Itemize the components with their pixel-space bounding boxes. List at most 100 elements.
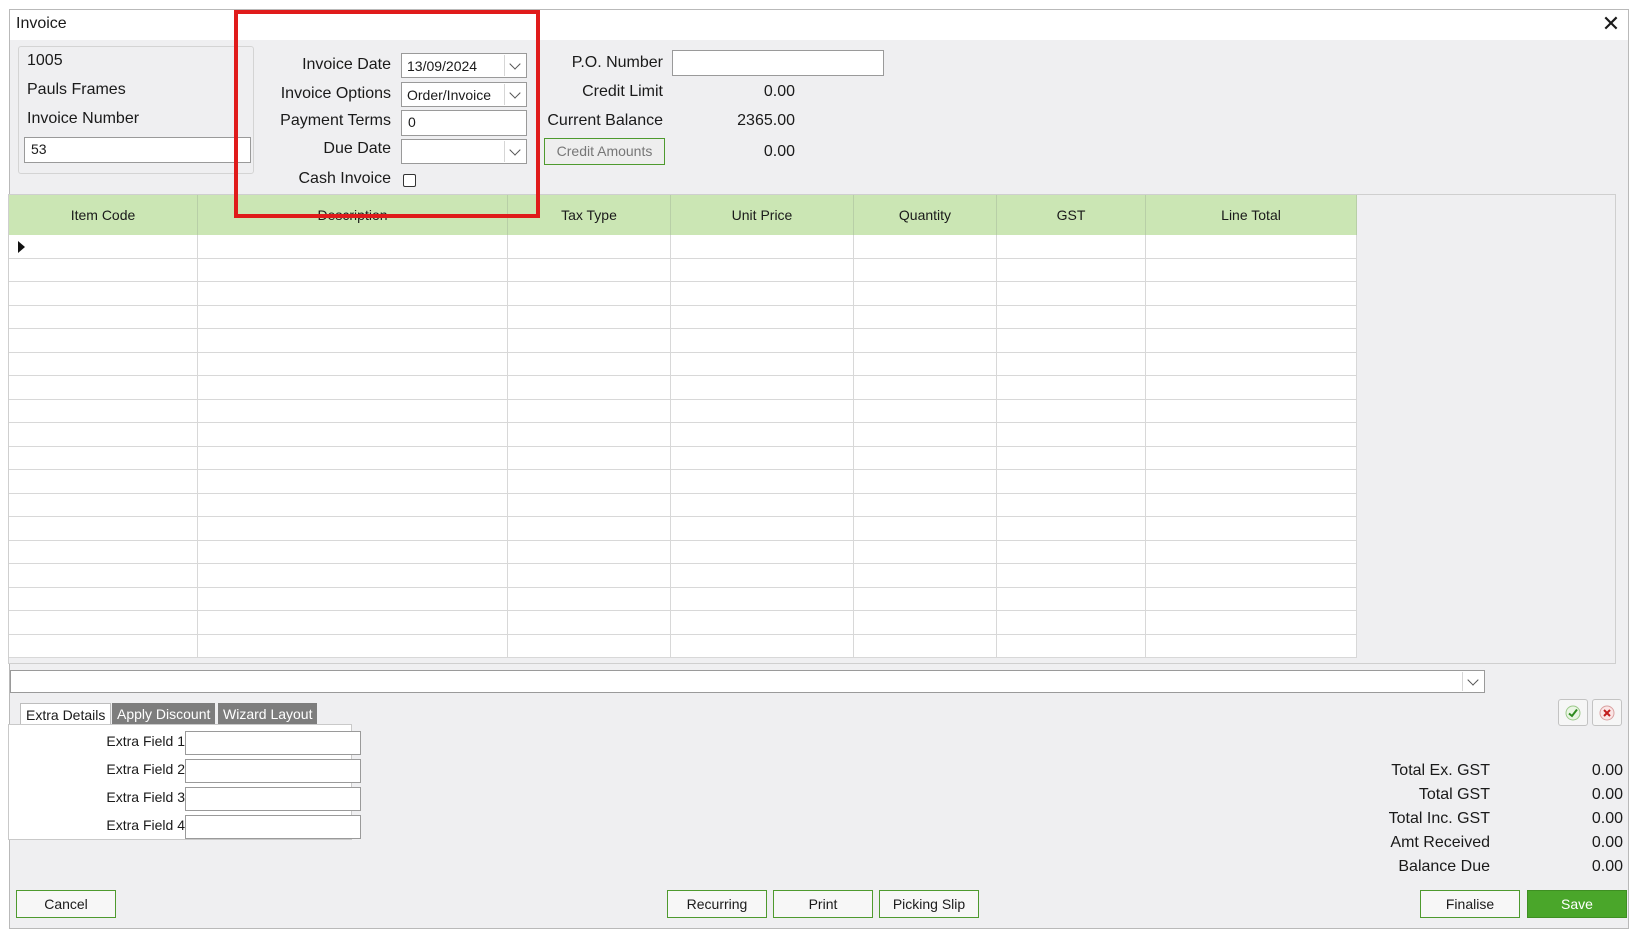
- grid-cell[interactable]: [671, 282, 854, 306]
- grid-cell[interactable]: [9, 517, 198, 541]
- grid-cell[interactable]: [508, 235, 671, 259]
- grid-cell[interactable]: [671, 493, 854, 517]
- grid-cell[interactable]: [198, 329, 508, 353]
- grid-cell[interactable]: [9, 282, 198, 306]
- grid-cell[interactable]: [198, 446, 508, 470]
- grid-cell[interactable]: [854, 423, 997, 447]
- grid-cell[interactable]: [671, 540, 854, 564]
- column-header[interactable]: GST: [997, 195, 1146, 235]
- item-search-combo[interactable]: [10, 670, 1485, 693]
- grid-cell[interactable]: [854, 493, 997, 517]
- grid-cell[interactable]: [854, 376, 997, 400]
- grid-cell[interactable]: [1146, 329, 1357, 353]
- column-header[interactable]: Description: [198, 195, 508, 235]
- chevron-down-icon[interactable]: [504, 84, 525, 105]
- confirm-check-icon[interactable]: [1558, 699, 1588, 726]
- grid-cell[interactable]: [854, 352, 997, 376]
- grid-cell[interactable]: [997, 493, 1146, 517]
- grid-cell[interactable]: [671, 446, 854, 470]
- grid-cell[interactable]: [997, 399, 1146, 423]
- grid-cell[interactable]: [671, 376, 854, 400]
- grid-cell[interactable]: [198, 305, 508, 329]
- grid-cell[interactable]: [1146, 470, 1357, 494]
- column-header[interactable]: Quantity: [854, 195, 997, 235]
- grid-cell[interactable]: [198, 564, 508, 588]
- grid-cell[interactable]: [997, 305, 1146, 329]
- grid-cell[interactable]: [997, 611, 1146, 635]
- calendar-dropdown-icon[interactable]: [504, 55, 525, 76]
- grid-cell[interactable]: [997, 446, 1146, 470]
- payment-terms-field[interactable]: 0: [401, 110, 527, 136]
- grid-cell[interactable]: [854, 399, 997, 423]
- grid-cell[interactable]: [997, 235, 1146, 259]
- grid-cell[interactable]: [198, 493, 508, 517]
- grid-cell[interactable]: [671, 352, 854, 376]
- extra-field-1-input[interactable]: [185, 731, 361, 755]
- finalise-button[interactable]: Finalise: [1420, 890, 1520, 918]
- grid-cell[interactable]: [508, 352, 671, 376]
- grid-cell[interactable]: [1146, 258, 1357, 282]
- grid-cell[interactable]: [1146, 352, 1357, 376]
- grid-cell[interactable]: [997, 352, 1146, 376]
- grid-cell[interactable]: [198, 258, 508, 282]
- grid-cell[interactable]: [997, 282, 1146, 306]
- grid-cell[interactable]: [997, 470, 1146, 494]
- grid-cell[interactable]: [508, 587, 671, 611]
- grid-cell[interactable]: [9, 470, 198, 494]
- grid-cell[interactable]: [1146, 376, 1357, 400]
- grid-cell[interactable]: [854, 564, 997, 588]
- credit-amounts-button[interactable]: Credit Amounts: [544, 138, 665, 165]
- grid-cell[interactable]: [671, 564, 854, 588]
- cancel-button[interactable]: Cancel: [16, 890, 116, 918]
- grid-cell[interactable]: [9, 540, 198, 564]
- grid-cell[interactable]: [671, 517, 854, 541]
- grid-cell[interactable]: [671, 399, 854, 423]
- grid-cell[interactable]: [1146, 235, 1357, 259]
- grid-cell[interactable]: [1146, 634, 1357, 658]
- calendar-dropdown-icon[interactable]: [504, 141, 525, 162]
- grid-cell[interactable]: [854, 305, 997, 329]
- grid-cell[interactable]: [1146, 587, 1357, 611]
- invoice-lines-grid[interactable]: Item Code Description Tax Type Unit Price Qu…: [8, 194, 1616, 664]
- grid-cell[interactable]: [854, 282, 997, 306]
- tab-extra-details[interactable]: Extra Details: [20, 703, 112, 725]
- grid-cell[interactable]: [508, 634, 671, 658]
- grid-cell[interactable]: [671, 235, 854, 259]
- grid-cell[interactable]: [854, 517, 997, 541]
- grid-cell[interactable]: [9, 258, 198, 282]
- grid-cell[interactable]: [854, 470, 997, 494]
- grid-cell[interactable]: [508, 517, 671, 541]
- picking-slip-button[interactable]: Picking Slip: [879, 890, 979, 918]
- grid-cell[interactable]: [997, 329, 1146, 353]
- grid-cell[interactable]: [1146, 305, 1357, 329]
- tab-wizard-layout[interactable]: Wizard Layout: [218, 703, 318, 725]
- grid-cell[interactable]: [1146, 611, 1357, 635]
- grid-cell[interactable]: [9, 611, 198, 635]
- recurring-button[interactable]: Recurring: [667, 890, 767, 918]
- cancel-x-icon[interactable]: [1592, 699, 1622, 726]
- invoice-number-field[interactable]: 53: [24, 137, 251, 163]
- grid-cell[interactable]: [508, 470, 671, 494]
- chevron-down-icon[interactable]: [1462, 672, 1483, 691]
- grid-cell[interactable]: [997, 376, 1146, 400]
- grid-cell[interactable]: [508, 611, 671, 635]
- column-header[interactable]: Line Total: [1146, 195, 1357, 235]
- grid-cell[interactable]: [671, 423, 854, 447]
- grid-cell[interactable]: [9, 376, 198, 400]
- grid-cell[interactable]: [198, 282, 508, 306]
- grid-cell[interactable]: [508, 493, 671, 517]
- grid-cell[interactable]: [997, 423, 1146, 447]
- invoice-date-picker[interactable]: 13/09/2024: [401, 53, 527, 78]
- grid-cell[interactable]: [854, 446, 997, 470]
- print-button[interactable]: Print: [773, 890, 873, 918]
- grid-cell[interactable]: [9, 329, 198, 353]
- grid-cell[interactable]: [671, 634, 854, 658]
- grid-cell[interactable]: [997, 564, 1146, 588]
- invoice-options-select[interactable]: Order/Invoice: [401, 82, 527, 107]
- grid-cell[interactable]: [9, 352, 198, 376]
- grid-cell[interactable]: [1146, 446, 1357, 470]
- extra-field-4-input[interactable]: [185, 815, 361, 839]
- grid-cell[interactable]: [198, 540, 508, 564]
- due-date-picker[interactable]: [401, 139, 527, 164]
- column-header[interactable]: Unit Price: [671, 195, 854, 235]
